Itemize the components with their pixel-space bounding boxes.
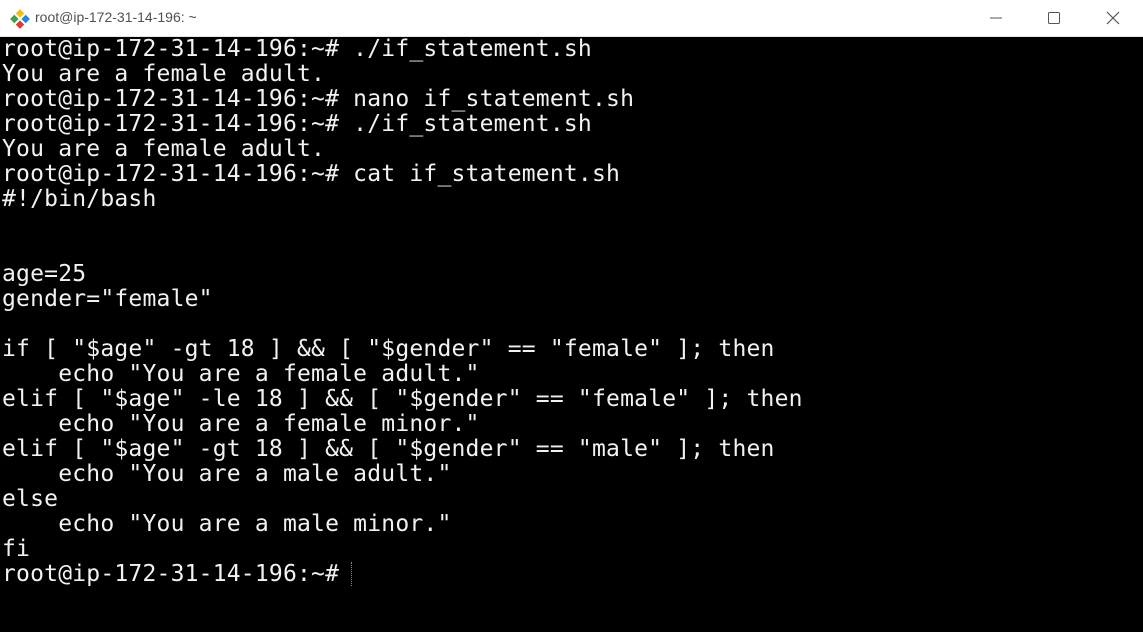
terminal-line: #!/bin/bash	[2, 186, 157, 212]
terminal-window: root@ip-172-31-14-196: ~ root@ip-172-31-…	[0, 0, 1143, 632]
terminal-line: You are a female adult.	[2, 61, 326, 87]
terminal-line: else	[2, 486, 59, 512]
window-title: root@ip-172-31-14-196: ~	[35, 9, 197, 25]
terminal-line: fi	[2, 536, 31, 562]
terminal-output[interactable]: root@ip-172-31-14-196:~# ./if_statement.…	[0, 37, 1124, 632]
terminal-line: echo "You are a male adult."	[2, 461, 452, 487]
minimize-button[interactable]	[973, 0, 1019, 36]
title-bar[interactable]: root@ip-172-31-14-196: ~	[0, 0, 1143, 37]
terminal-line: root@ip-172-31-14-196:~# cat if_statemen…	[2, 161, 621, 187]
terminal-line: elif [ "$age" -gt 18 ] && [ "$gender" ==…	[2, 436, 775, 462]
terminal-line: root@ip-172-31-14-196:~# ./if_statement.…	[2, 111, 592, 137]
terminal-line: echo "You are a female adult."	[2, 361, 480, 387]
close-icon	[1106, 11, 1120, 25]
terminal-line: if [ "$age" -gt 18 ] && [ "$gender" == "…	[2, 336, 775, 362]
terminal-line: echo "You are a female minor."	[2, 411, 480, 437]
terminal-prompt-line: root@ip-172-31-14-196:~#	[2, 561, 354, 587]
terminal-line: gender="female"	[2, 286, 213, 312]
terminal-line: age=25	[2, 261, 87, 287]
maximize-button[interactable]	[1031, 0, 1077, 36]
minimize-icon	[990, 17, 1002, 19]
terminal-line: echo "You are a male minor."	[2, 511, 452, 537]
terminal-line: You are a female adult.	[2, 136, 326, 162]
terminal-line: elif [ "$age" -le 18 ] && [ "$gender" ==…	[2, 386, 803, 412]
maximize-icon	[1048, 12, 1060, 24]
terminal-scrollbar[interactable]	[1124, 37, 1143, 632]
close-button[interactable]	[1090, 0, 1136, 36]
text-cursor	[351, 562, 353, 586]
terminal-line: root@ip-172-31-14-196:~# nano if_stateme…	[2, 86, 635, 112]
terminal-line: root@ip-172-31-14-196:~# ./if_statement.…	[2, 37, 592, 62]
app-icon	[10, 9, 30, 29]
